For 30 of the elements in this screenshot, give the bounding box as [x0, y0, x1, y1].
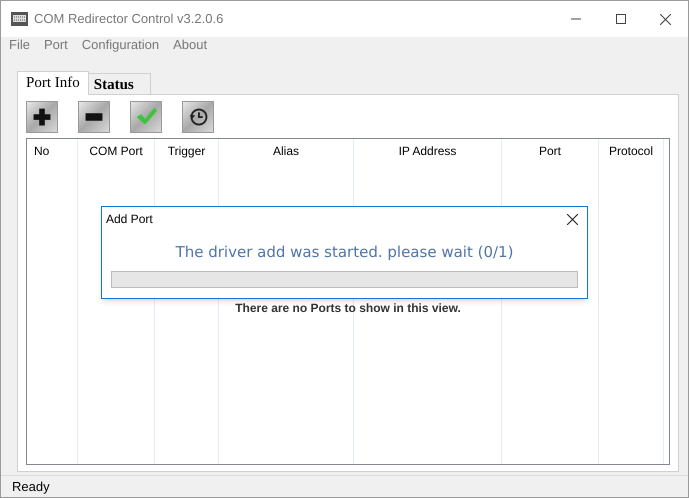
checkmark-icon	[136, 108, 158, 124]
window-title: COM Redirector Control v3.2.0.6	[34, 10, 224, 28]
tab[interactable]: Status	[88, 73, 151, 94]
column-header[interactable]: Protocol	[599, 139, 663, 163]
history-icon	[190, 108, 208, 126]
status-text: Ready	[12, 478, 50, 496]
history-button[interactable]	[182, 101, 214, 133]
close-button[interactable]	[565, 212, 579, 226]
column-header[interactable]: IP Address	[354, 139, 501, 163]
close-icon	[660, 14, 671, 24]
remove-button[interactable]	[78, 101, 110, 133]
dialog-title: Add Port	[106, 211, 153, 228]
add-button[interactable]	[26, 101, 58, 133]
menu-item[interactable]: About	[173, 35, 208, 55]
tab[interactable]: Port Info	[17, 71, 89, 95]
menu-item[interactable]: File	[9, 35, 30, 55]
progress-message: The driver add was started. please wait (0/1)	[176, 242, 514, 263]
minus-icon	[86, 113, 102, 121]
column-header[interactable]: Alias	[219, 139, 353, 163]
app-icon	[11, 12, 28, 26]
menu-item[interactable]: Port	[44, 35, 68, 55]
close-icon	[566, 214, 578, 224]
menu-item[interactable]: Configuration	[82, 35, 160, 55]
column-header[interactable]: COM Port	[78, 139, 154, 163]
column-header[interactable]: No	[27, 139, 77, 163]
plus-icon	[34, 108, 50, 126]
column-header[interactable]: Trigger	[155, 139, 218, 163]
empty-message: There are no Ports to show in this view.	[235, 300, 461, 317]
column-header[interactable]: Port	[502, 139, 598, 163]
maximize-icon	[616, 14, 626, 24]
